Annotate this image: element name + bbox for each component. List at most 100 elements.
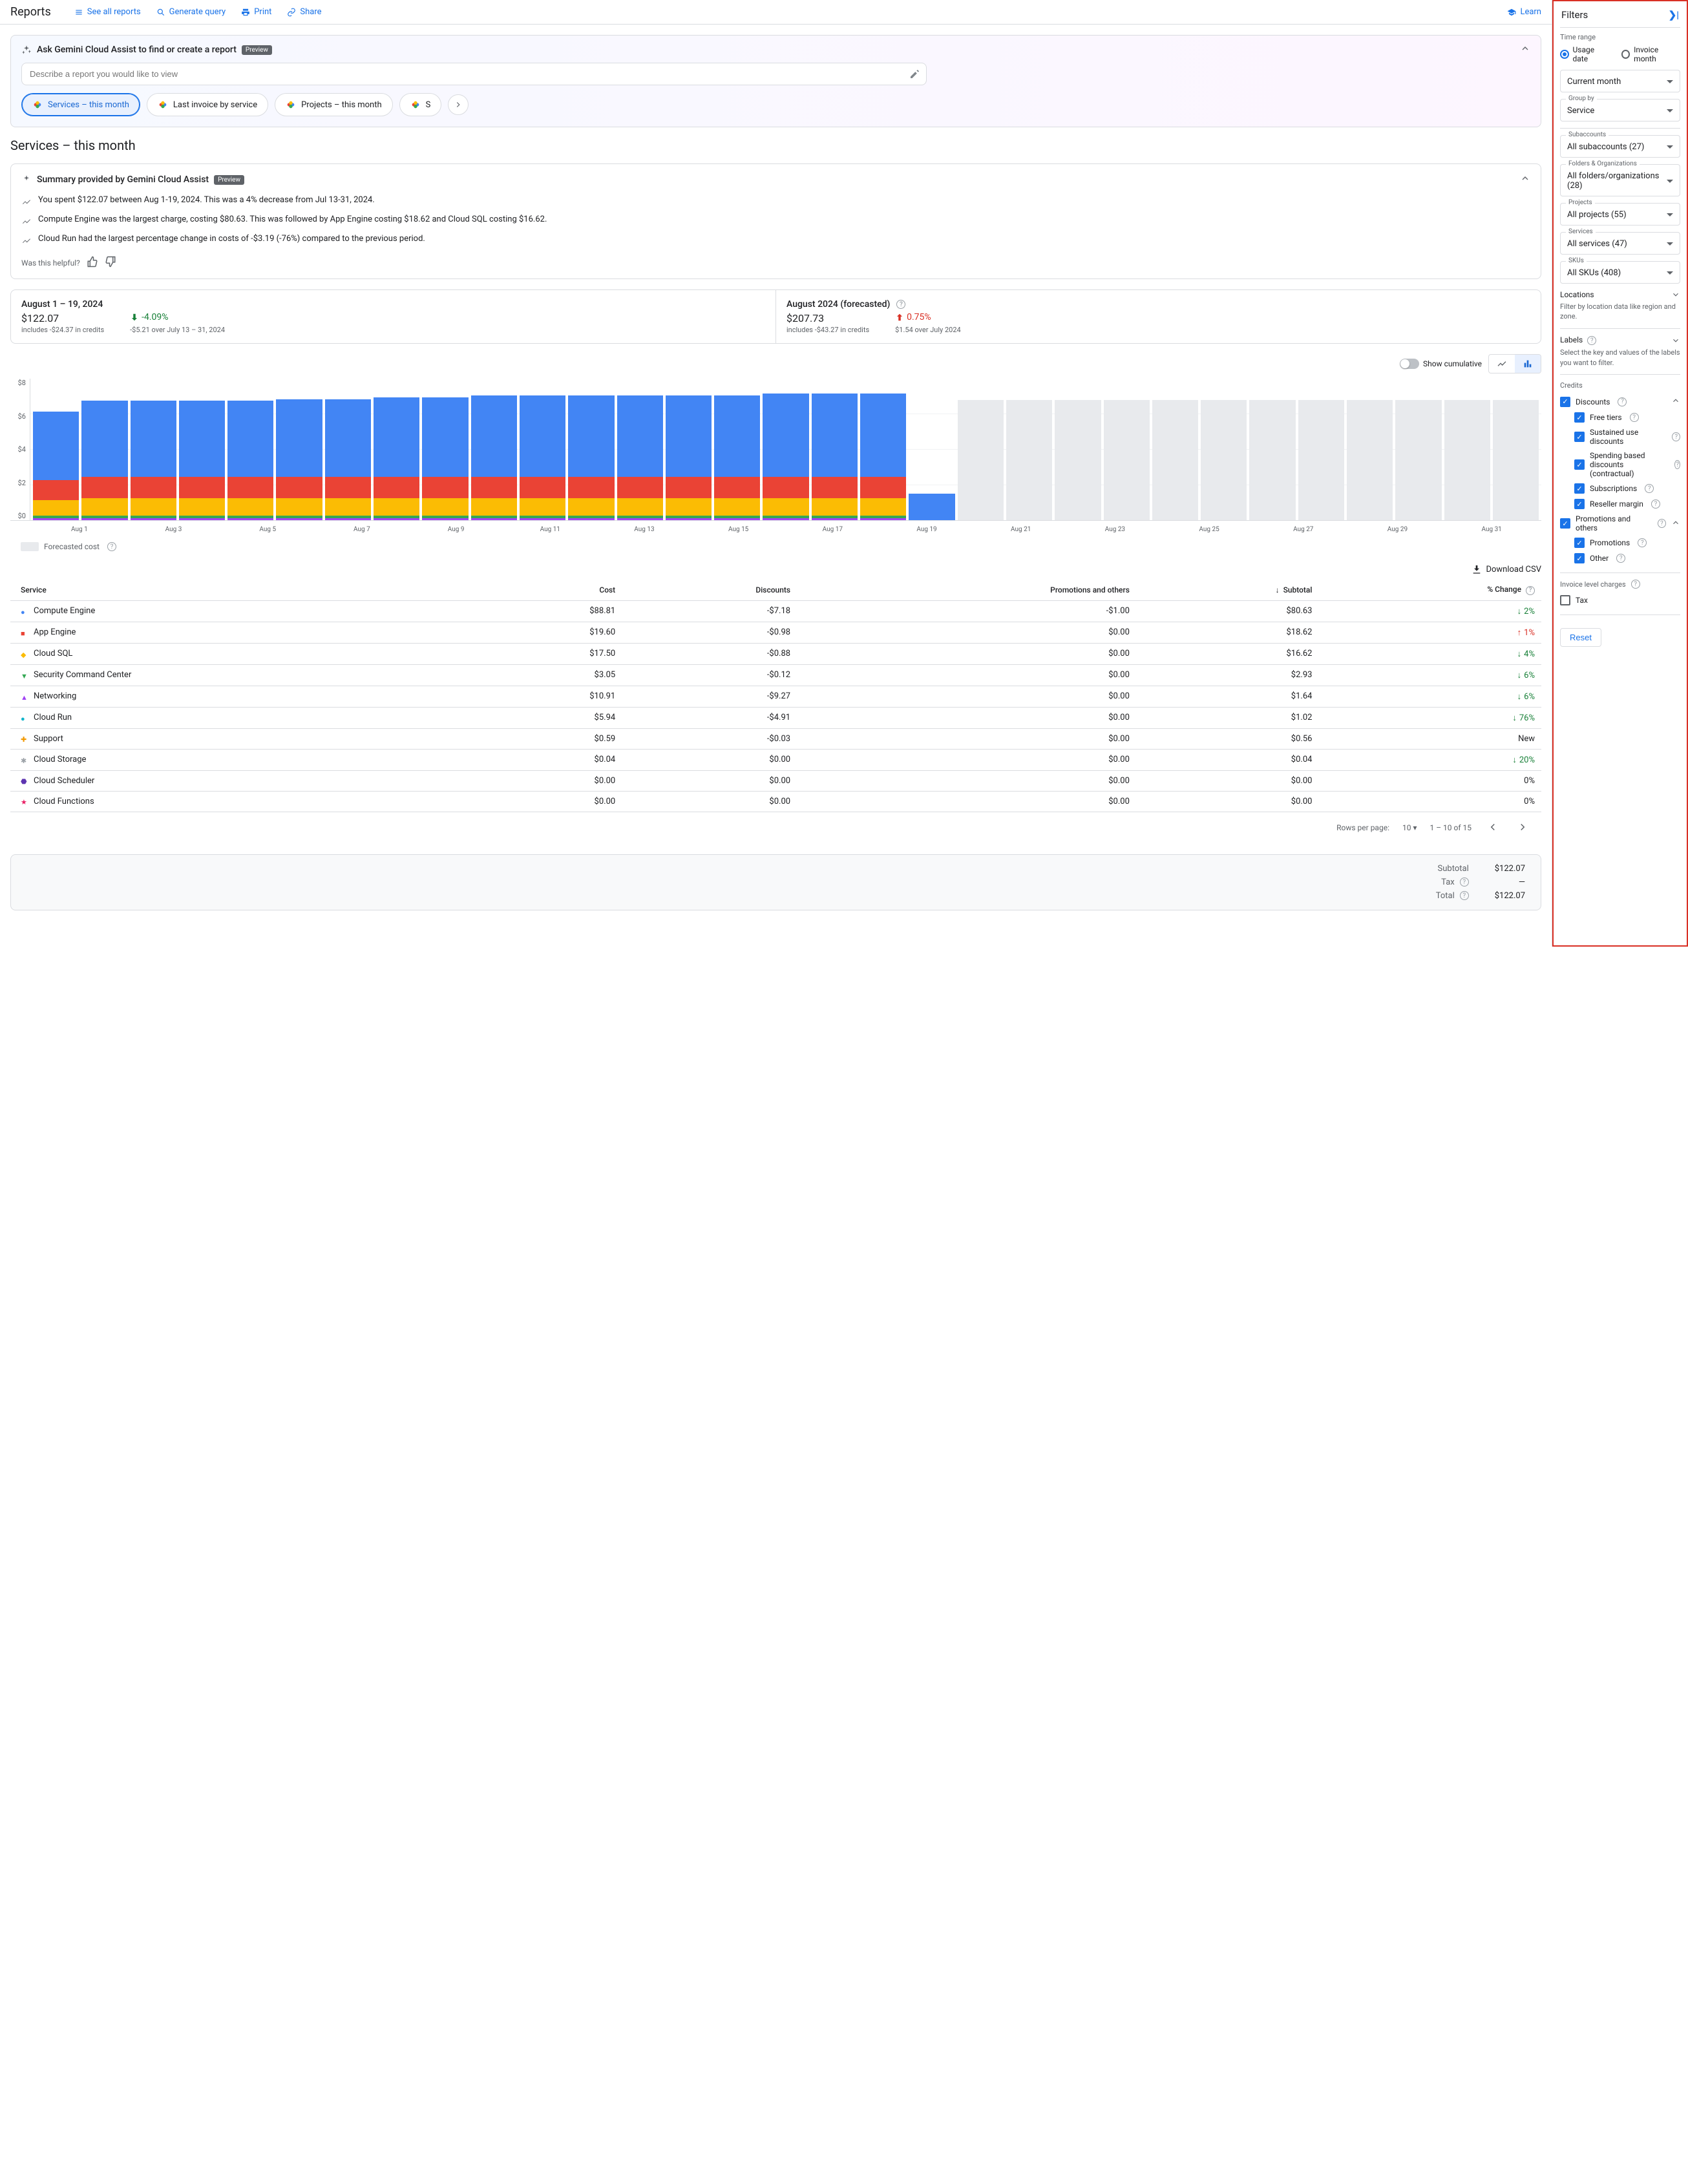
bar-day[interactable] [1493, 379, 1539, 520]
reset-button[interactable]: Reset [1560, 628, 1601, 647]
promotions-checkbox[interactable] [1574, 538, 1585, 548]
column-header[interactable]: Discounts [622, 580, 797, 600]
collapse-filters-button[interactable]: ❯| [1669, 9, 1679, 21]
help-icon[interactable]: ? [1460, 877, 1469, 887]
bar-day[interactable] [1104, 379, 1150, 520]
help-icon[interactable]: ? [1587, 336, 1596, 345]
table-row[interactable]: ✱Cloud Storage$0.04$0.00$0.00$0.04↓20% [10, 749, 1541, 770]
share-link[interactable]: Share [287, 7, 321, 17]
discounts-expand[interactable] [1671, 396, 1680, 407]
thumbs-down-button[interactable] [105, 256, 116, 269]
promotions-others-checkbox[interactable] [1560, 518, 1570, 529]
other-checkbox[interactable] [1574, 553, 1585, 563]
suggestion-chip[interactable]: Services – this month [21, 93, 140, 116]
help-icon[interactable]: ? [896, 300, 905, 309]
line-mode-button[interactable] [1489, 355, 1515, 373]
bar-day[interactable] [81, 379, 127, 520]
chart-plot-area[interactable] [30, 379, 1541, 520]
column-header[interactable]: Service [10, 580, 480, 600]
bar-day[interactable] [1395, 379, 1441, 520]
bar-mode-button[interactable] [1515, 355, 1541, 373]
group-by-dropdown[interactable]: Group by Service [1560, 99, 1680, 121]
bar-day[interactable] [1298, 379, 1344, 520]
help-icon[interactable]: ? [1460, 891, 1469, 900]
next-page-button[interactable] [1514, 819, 1531, 837]
suggestion-chip[interactable]: S [399, 93, 442, 116]
generate-query-link[interactable]: Generate query [156, 7, 226, 17]
bar-day[interactable] [617, 379, 663, 520]
suggestion-chip[interactable]: Projects – this month [275, 93, 393, 116]
help-icon[interactable]: ? [1672, 432, 1680, 441]
see-all-reports-link[interactable]: See all reports [74, 7, 141, 17]
bar-day[interactable] [812, 379, 858, 520]
bar-day[interactable] [958, 379, 1004, 520]
help-icon[interactable]: ? [107, 542, 116, 551]
table-row[interactable]: ★Cloud Functions$0.00$0.00$0.00$0.000% [10, 791, 1541, 812]
collapse-summary-button[interactable] [1520, 173, 1530, 186]
invoice-month-radio[interactable]: Invoice month [1621, 45, 1680, 63]
bar-day[interactable] [860, 379, 906, 520]
bar-day[interactable] [276, 379, 322, 520]
bar-day[interactable] [909, 379, 955, 520]
print-link[interactable]: Print [241, 7, 271, 17]
download-csv-link[interactable]: Download CSV [1472, 564, 1541, 574]
prev-page-button[interactable] [1484, 819, 1501, 837]
promotions-expand[interactable] [1671, 518, 1680, 529]
column-header[interactable]: Promotions and others [797, 580, 1136, 600]
bar-day[interactable] [325, 379, 371, 520]
bar-day[interactable] [33, 379, 79, 520]
spending-checkbox[interactable] [1574, 459, 1585, 470]
help-icon[interactable]: ? [1651, 499, 1660, 509]
bar-day[interactable] [1152, 379, 1198, 520]
table-row[interactable]: ▲Networking$10.91-$9.27$0.00$1.64↓6% [10, 686, 1541, 707]
bar-day[interactable] [763, 379, 808, 520]
gemini-input-container[interactable] [21, 63, 927, 85]
bar-day[interactable] [179, 379, 225, 520]
rows-per-page-select[interactable]: 10 ▾ [1402, 823, 1417, 832]
bar-day[interactable] [1444, 379, 1490, 520]
table-row[interactable]: ◆Cloud SQL$17.50-$0.88$0.00$16.62↓4% [10, 643, 1541, 664]
bar-day[interactable] [1006, 379, 1052, 520]
help-icon[interactable]: ? [1526, 586, 1535, 595]
sustained-checkbox[interactable] [1574, 432, 1585, 442]
bar-day[interactable] [1249, 379, 1295, 520]
tax-checkbox[interactable] [1560, 595, 1570, 605]
bar-day[interactable] [422, 379, 468, 520]
bar-day[interactable] [666, 379, 712, 520]
column-header[interactable]: Cost [480, 580, 622, 600]
table-row[interactable]: ✚Support$0.59-$0.03$0.00$0.56New [10, 728, 1541, 749]
help-icon[interactable]: ? [1638, 538, 1647, 547]
bar-day[interactable] [131, 379, 176, 520]
folders-dropdown[interactable]: Folders & Organizations All folders/orga… [1560, 164, 1680, 196]
labels-section-toggle[interactable]: Labels ? [1560, 335, 1680, 346]
help-icon[interactable]: ? [1616, 554, 1625, 563]
gemini-input[interactable] [28, 68, 909, 79]
bar-day[interactable] [227, 379, 273, 520]
services-dropdown[interactable]: Services All services (47) [1560, 232, 1680, 255]
bar-day[interactable] [471, 379, 517, 520]
skus-dropdown[interactable]: SKUs All SKUs (408) [1560, 261, 1680, 284]
table-row[interactable]: ■App Engine$19.60-$0.98$0.00$18.62↑1% [10, 622, 1541, 643]
chip-next-button[interactable] [448, 94, 469, 115]
help-icon[interactable]: ? [1674, 460, 1680, 469]
help-icon[interactable]: ? [1631, 580, 1640, 589]
bar-day[interactable] [374, 379, 419, 520]
subaccounts-dropdown[interactable]: Subaccounts All subaccounts (27) [1560, 135, 1680, 158]
date-range-dropdown[interactable]: Current month [1560, 70, 1680, 92]
usage-date-radio[interactable]: Usage date [1560, 45, 1610, 63]
table-row[interactable]: ●Compute Engine$88.81-$7.18-$1.00$80.63↓… [10, 600, 1541, 622]
help-icon[interactable]: ? [1645, 484, 1654, 493]
discounts-checkbox[interactable] [1560, 397, 1570, 407]
projects-dropdown[interactable]: Projects All projects (55) [1560, 203, 1680, 226]
table-row[interactable]: ⬣Cloud Scheduler$0.00$0.00$0.00$0.000% [10, 770, 1541, 791]
bar-day[interactable] [714, 379, 760, 520]
help-icon[interactable]: ? [1618, 397, 1627, 406]
help-icon[interactable]: ? [1658, 519, 1666, 528]
cumulative-toggle[interactable] [1400, 359, 1419, 369]
free-tiers-checkbox[interactable] [1574, 412, 1585, 423]
reseller-checkbox[interactable] [1574, 499, 1585, 509]
column-header[interactable]: % Change ? [1318, 580, 1541, 600]
help-icon[interactable]: ? [1630, 413, 1639, 422]
table-row[interactable]: ●Cloud Run$5.94-$4.91$0.00$1.02↓76% [10, 707, 1541, 728]
bar-day[interactable] [1055, 379, 1101, 520]
